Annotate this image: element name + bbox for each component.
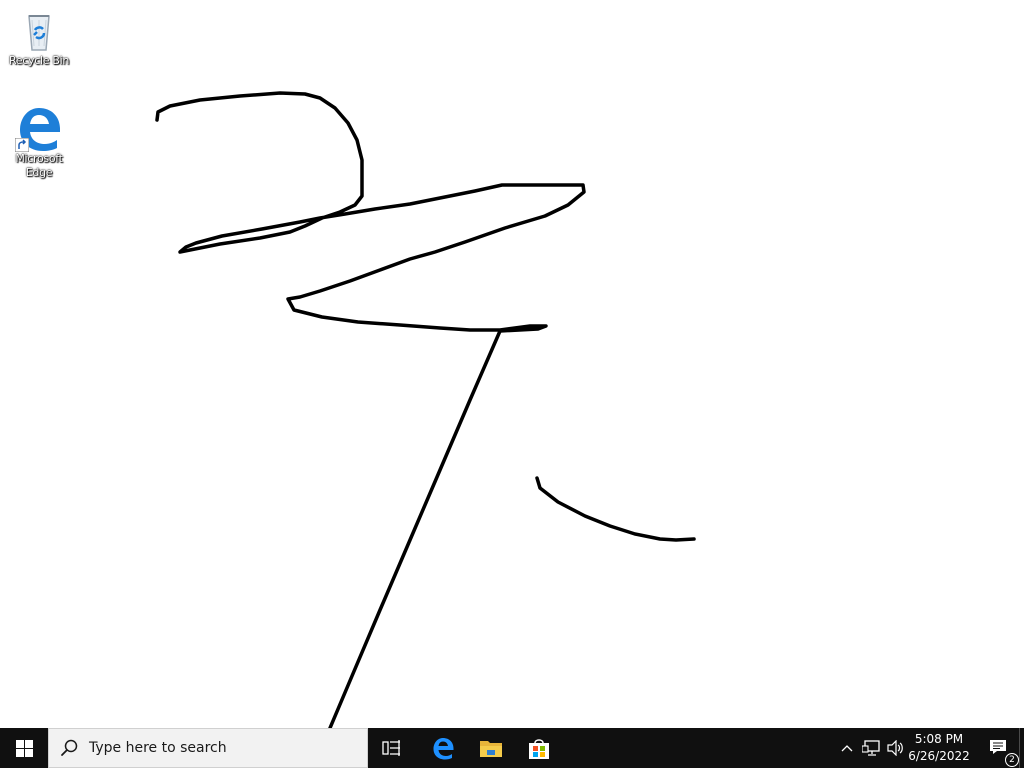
clock-date: 6/26/2022 (908, 749, 970, 763)
action-center-button[interactable]: 2 (978, 728, 1019, 768)
drawing-stroke-upper (155, 91, 586, 333)
volume-icon (887, 740, 903, 756)
tray-network-button[interactable] (859, 728, 883, 768)
notification-icon (990, 740, 1006, 754)
freehand-drawing (155, 91, 696, 728)
search-icon (61, 739, 78, 756)
store-icon (529, 739, 549, 759)
drawing-stroke-curve (535, 476, 696, 542)
start-button[interactable] (0, 728, 48, 768)
chevron-up-icon (841, 745, 853, 752)
desktop-icon-microsoft-edge[interactable]: Microsoft Edge (1, 104, 77, 180)
tray-clock[interactable]: 5:08 PM 6/26/2022 (906, 728, 972, 768)
taskbar-store-button[interactable] (515, 728, 563, 768)
shortcut-arrow-icon (15, 138, 29, 152)
desktop[interactable]: Recycle Bin Microsoft Edge (0, 0, 1024, 728)
taskbar-file-explorer-button[interactable] (467, 728, 515, 768)
windows-logo-icon (15, 739, 33, 757)
taskbar: Type here to search 5:08 PM 6/26/2022 2 (0, 728, 1024, 768)
edge-icon (433, 738, 454, 760)
network-icon (862, 740, 880, 756)
taskbar-search-box[interactable]: Type here to search (48, 728, 368, 768)
recycle-bin-icon (15, 6, 63, 54)
taskbar-edge-button[interactable] (419, 728, 467, 768)
drawing-stroke-diagonal (328, 329, 502, 728)
task-view-icon (382, 740, 400, 756)
tray-volume-button[interactable] (884, 728, 908, 768)
desktop-icon-recycle-bin[interactable]: Recycle Bin (1, 6, 77, 68)
desktop-icon-label: Microsoft Edge (15, 152, 63, 179)
notification-count-badge: 2 (1005, 753, 1019, 767)
folder-icon (480, 741, 502, 757)
clock-time: 5:08 PM (914, 732, 964, 746)
tray-show-hidden-icons-button[interactable] (836, 728, 858, 768)
edge-icon (15, 104, 63, 152)
desktop-icon-label: Recycle Bin (8, 54, 70, 67)
taskbar-task-view-button[interactable] (368, 728, 416, 768)
show-desktop-button[interactable] (1019, 728, 1024, 768)
search-placeholder: Type here to search (89, 740, 227, 756)
